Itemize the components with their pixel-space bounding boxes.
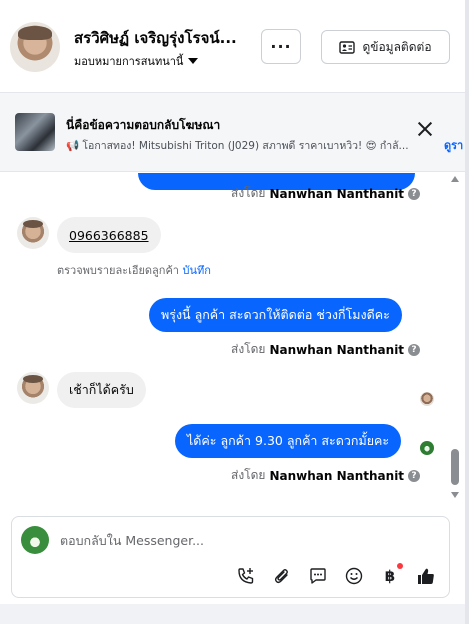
composer-toolbar: ฿	[235, 563, 437, 587]
close-icon[interactable]	[417, 121, 433, 137]
scroll-down-icon[interactable]	[451, 492, 459, 498]
sent-by-prefix: ส่งโดย	[231, 468, 266, 482]
baht-symbol: ฿	[384, 567, 396, 585]
contact-avatar-small[interactable]	[17, 217, 49, 249]
attach-icon[interactable]	[271, 565, 293, 587]
outgoing-message-bubble[interactable]: ได้ค่ะ ลูกค้า 9.30 ลูกค้า สะดวกมั้ยคะ	[175, 424, 402, 458]
reply-input[interactable]	[60, 531, 430, 549]
sent-by-prefix: ส่งโดย	[231, 186, 266, 200]
ad-reply-banner: นี่คือข้อความตอบกลับโฆษณา 📢 โอกาสทอง! Mi…	[0, 92, 469, 172]
ad-thumbnail[interactable]	[15, 113, 55, 151]
page-avatar	[21, 526, 49, 554]
incoming-message-bubble[interactable]: เช้าก็ได้ครับ	[57, 372, 146, 408]
contact-name[interactable]: สรวิศิษฏ์ เจริญรุ่งโรจน์...	[74, 26, 246, 50]
seen-avatar-page	[420, 441, 434, 455]
message-text: เช้าก็ได้ครับ	[69, 382, 134, 397]
conversation-header: สรวิศิษฏ์ เจริญรุ่งโรจน์... มอบหมายการสน…	[0, 0, 469, 92]
call-add-icon[interactable]	[235, 565, 257, 587]
help-icon[interactable]: ?	[408, 187, 421, 200]
assign-label: มอบหมายการสนทนานี้	[74, 55, 184, 68]
assign-conversation-dropdown[interactable]: มอบหมายการสนทนานี้	[74, 52, 199, 70]
message-text: พรุ่งนี้ ลูกค้า สะดวกให้ติดต่อ ช่วงกี่โม…	[161, 307, 390, 322]
seen-avatar-contact	[420, 392, 434, 406]
sender-name: Nanwhan Nanthanit	[269, 342, 405, 357]
customer-details-text: ตรวจพบรายละเอียดลูกค้า	[57, 264, 179, 277]
payment-icon[interactable]: ฿	[379, 563, 403, 587]
sender-name: Nanwhan Nanthanit	[269, 468, 405, 483]
view-contact-info-button[interactable]: ดูข้อมูลติดต่อ	[321, 30, 450, 64]
outgoing-message-bubble[interactable]: พรุ่งนี้ ลูกค้า สะดวกให้ติดต่อ ช่วงกี่โม…	[149, 298, 402, 332]
saved-reply-icon[interactable]	[307, 565, 329, 587]
contact-avatar-small[interactable]	[17, 372, 49, 404]
customer-details-note: ตรวจพบรายละเอียดลูกค้า บันทึก	[57, 261, 211, 279]
message-text: ได้ค่ะ ลูกค้า 9.30 ลูกค้า สะดวกมั้ยคะ	[187, 433, 390, 448]
bottom-strip	[0, 604, 469, 624]
phone-number-link[interactable]: 0966366885	[69, 228, 149, 243]
contact-avatar[interactable]	[10, 22, 60, 72]
scroll-up-icon[interactable]	[451, 176, 459, 182]
caret-down-icon	[188, 58, 199, 64]
sent-by-label: ส่งโดย Nanwhan Nanthanit ?	[231, 184, 421, 203]
message-thread: ส่งโดย Nanwhan Nanthanit ? 0966366885 ตร…	[0, 173, 469, 510]
ad-view-link[interactable]: ดูรา	[444, 136, 463, 154]
sent-by-prefix: ส่งโดย	[231, 342, 266, 356]
ad-text: 📢 โอกาสทอง! Mitsubishi Triton (J029) สภา…	[66, 140, 409, 152]
message-scrollbar[interactable]	[448, 173, 462, 510]
save-customer-details-link[interactable]: บันทึก	[182, 264, 210, 277]
emoji-icon[interactable]	[343, 565, 365, 587]
ad-title: นี่คือข้อความตอบกลับโฆษณา	[66, 118, 221, 132]
sender-name: Nanwhan Nanthanit	[269, 186, 405, 201]
help-icon[interactable]: ?	[408, 469, 421, 482]
help-icon[interactable]: ?	[408, 343, 421, 356]
message-composer: ฿	[11, 516, 450, 598]
sent-by-label: ส่งโดย Nanwhan Nanthanit ?	[231, 340, 421, 359]
sent-by-label: ส่งโดย Nanwhan Nanthanit ?	[231, 466, 421, 485]
more-icon: ···	[270, 37, 292, 56]
notification-dot	[397, 563, 403, 569]
thumbs-up-icon[interactable]	[415, 565, 437, 587]
incoming-message-bubble[interactable]: 0966366885	[57, 217, 161, 253]
scroll-thumb[interactable]	[451, 449, 459, 485]
more-options-button[interactable]: ···	[261, 29, 301, 64]
view-contact-info-label: ดูข้อมูลติดต่อ	[362, 39, 432, 54]
contact-card-icon	[339, 40, 356, 54]
panel-edge	[465, 0, 469, 624]
